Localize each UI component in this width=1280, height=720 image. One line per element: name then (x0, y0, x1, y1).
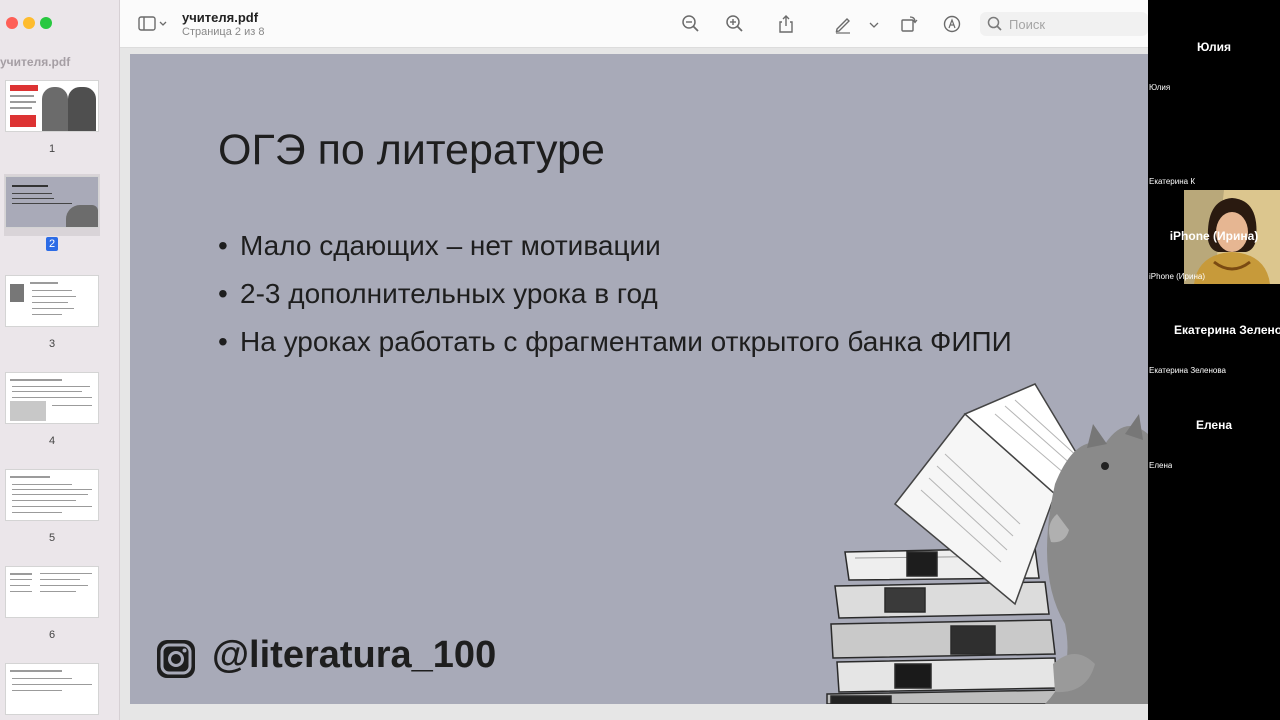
annotate-button[interactable] (942, 14, 962, 34)
page-number: 6 (48, 629, 56, 641)
sidebar-toggle-button[interactable] (138, 14, 168, 34)
page-thumbnail-image (5, 566, 99, 618)
bullet-dot: • (218, 230, 228, 261)
page-number-selected: 2 (4, 237, 100, 251)
page-thumbnail-2[interactable] (4, 174, 100, 236)
page-thumbnail-6[interactable]: 6 (4, 566, 100, 641)
participant-name: Екатерина Зеленова (1174, 323, 1280, 337)
bullet-dot: • (218, 278, 228, 309)
page-indicator: Страница 2 из 8 (182, 26, 265, 38)
sidebar-document-title: учителя.pdf (0, 55, 71, 69)
page-number: 3 (48, 338, 56, 350)
page-thumbnail-4[interactable]: 4 (4, 372, 100, 447)
markup-button[interactable] (833, 14, 853, 34)
page-number: 1 (48, 143, 56, 155)
page-thumbnail-image (5, 469, 99, 521)
bullet-text: На уроках работать с фрагментами открыто… (240, 326, 1012, 357)
share-icon (779, 15, 793, 33)
fullscreen-window-button[interactable] (40, 17, 52, 29)
participant-tile[interactable]: iPhone (Ирина) iPhone (Ирина) (1148, 188, 1280, 282)
page-thumbnail-5[interactable]: 5 (4, 469, 100, 544)
chevron-down-icon (869, 22, 879, 28)
document-canvas[interactable]: ОГЭ по литературе • Мало сдающих – нет мо… (120, 48, 1148, 720)
page-number: 4 (48, 435, 56, 447)
search-field[interactable]: Поиск (980, 12, 1148, 36)
participant-tile[interactable]: Екатерина Зеленова Екатерина Зеленова (1148, 282, 1280, 376)
thumbnail-sidebar: учителя.pdf 1 2 3 4 5 6 (0, 0, 120, 720)
zoom-out-button[interactable] (681, 14, 701, 34)
rotate-button[interactable] (899, 14, 919, 34)
preview-toolbar: учителя.pdf Страница 2 из 8 Поиск (120, 0, 1148, 48)
bullet-text: 2-3 дополнительных урока в год (240, 278, 658, 309)
pencil-icon (835, 18, 850, 34)
slide-page: ОГЭ по литературе • Мало сдающих – нет мо… (130, 54, 1148, 704)
slide-bullet: • На уроках работать с фрагментами открыт… (218, 326, 1012, 358)
participant-tile-video[interactable]: Екатерина К (1148, 94, 1280, 284)
zoom-in-button[interactable] (725, 14, 745, 34)
page-thumbnail-image (5, 372, 99, 424)
page-thumbnail-7[interactable] (4, 663, 100, 715)
participant-label: iPhone (Ирина) (1149, 272, 1205, 281)
participants-panel: Юлия Юлия Екатерина К iPhone (Ирина) iPh… (1148, 0, 1280, 472)
participant-label: Екатерина К (1149, 177, 1195, 186)
page-thumbnail-3[interactable]: 3 (4, 275, 100, 350)
participant-tile[interactable]: Елена Елена (1148, 376, 1280, 470)
preview-window: учителя.pdf 1 2 3 4 5 6 учителя.pdf Стра… (0, 0, 1148, 720)
cat-with-books-illustration (826, 383, 1148, 704)
search-placeholder: Поиск (1009, 17, 1046, 32)
participant-label: Елена (1149, 461, 1173, 470)
slide-bullet: • 2-3 дополнительных урока в год (218, 278, 658, 310)
instagram-icon (157, 640, 195, 678)
zoom-out-icon (682, 15, 699, 32)
share-button[interactable] (776, 14, 796, 34)
page-thumbnail-image (5, 176, 99, 228)
page-thumbnail-image (5, 275, 99, 327)
bullet-text: Мало сдающих – нет мотивации (240, 230, 661, 261)
close-window-button[interactable] (6, 17, 18, 29)
page-number: 5 (48, 532, 56, 544)
participant-name: iPhone (Ирина) (1169, 229, 1259, 243)
participant-label: Екатерина Зеленова (1149, 366, 1226, 375)
participant-name: Елена (1195, 418, 1233, 432)
zoom-in-icon (726, 15, 743, 32)
participant-label: Юлия (1149, 83, 1171, 92)
page-thumbnail-1[interactable]: 1 (4, 80, 100, 155)
slide-bullet: • Мало сдающих – нет мотивации (218, 230, 661, 262)
participant-tile[interactable]: Юлия Юлия (1148, 0, 1280, 94)
sidebar-icon (138, 16, 167, 31)
markup-menu-button[interactable] (868, 14, 880, 34)
social-handle: @literatura_100 (212, 634, 497, 676)
page-thumbnail-image (5, 80, 99, 132)
search-icon (987, 16, 1002, 31)
slide-title: ОГЭ по литературе (218, 126, 605, 174)
minimize-window-button[interactable] (23, 17, 35, 29)
participant-name: Юлия (1196, 40, 1232, 54)
bullet-dot: • (218, 326, 228, 357)
rotate-icon (901, 16, 918, 32)
page-thumbnail-image (5, 663, 99, 715)
document-title: учителя.pdf (182, 10, 259, 25)
annotate-icon (943, 15, 961, 33)
